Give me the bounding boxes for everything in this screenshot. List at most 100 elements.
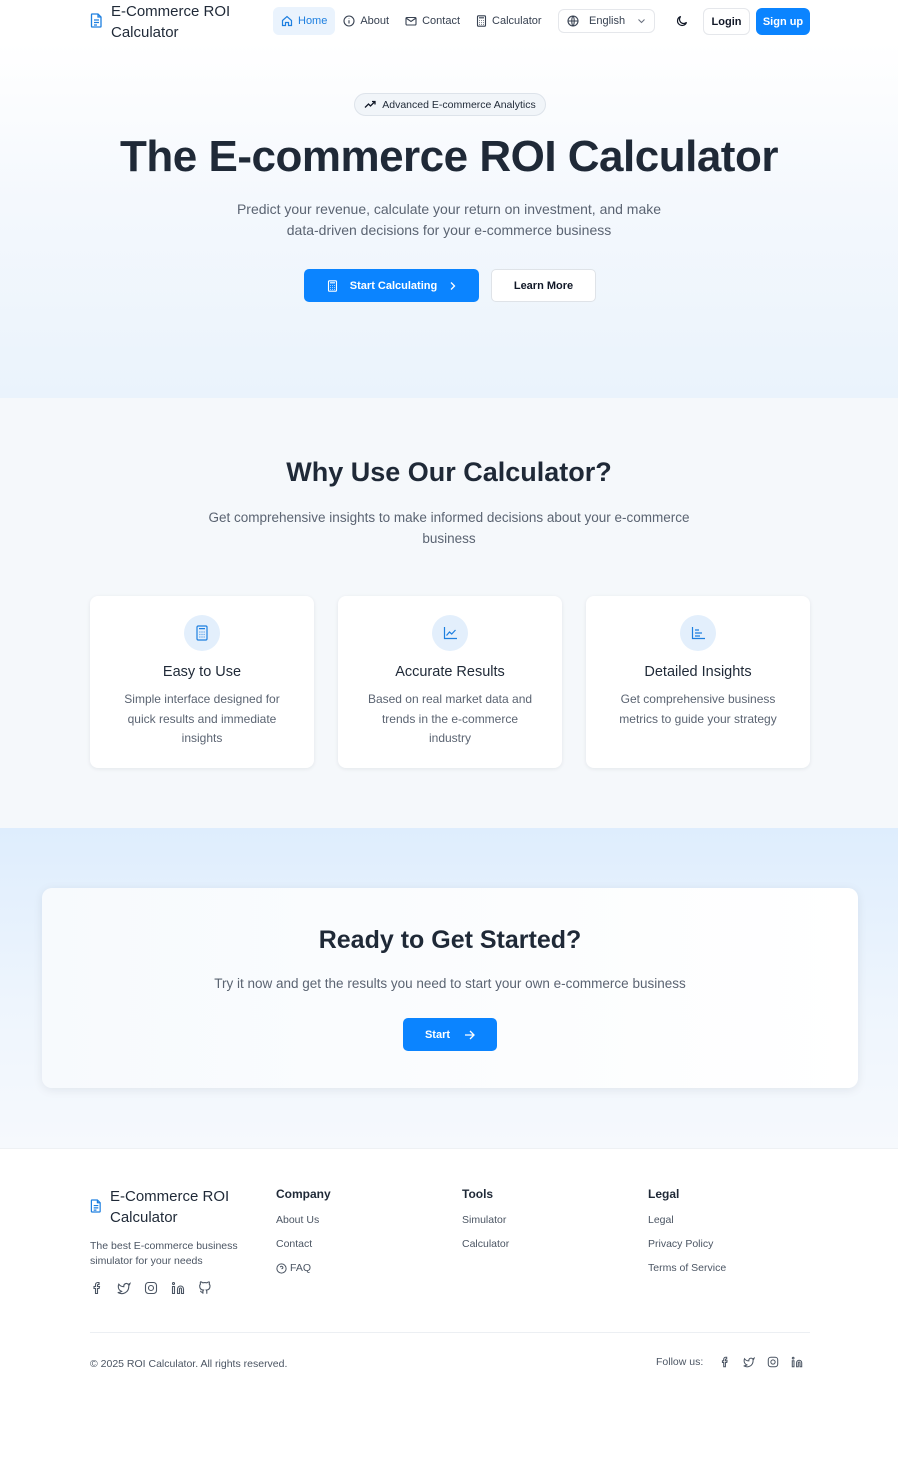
calculator-icon bbox=[476, 15, 487, 27]
line-chart-icon bbox=[432, 615, 468, 651]
footer-column-title: Company bbox=[276, 1187, 331, 1201]
hero-badge-label: Advanced E-commerce Analytics bbox=[382, 98, 536, 111]
hero-title: The E-commerce ROI Calculator bbox=[120, 132, 778, 181]
login-button[interactable]: Login bbox=[703, 8, 750, 35]
linkedin-icon[interactable] bbox=[171, 1281, 185, 1295]
document-icon bbox=[90, 13, 103, 28]
signup-button[interactable]: Sign up bbox=[756, 8, 810, 35]
footer-link-terms-of-service[interactable]: Terms of Service bbox=[648, 1256, 726, 1280]
cta-section: Ready to Get Started? Try it now and get… bbox=[0, 828, 898, 1148]
hero-subtitle: Predict your revenue, calculate your ret… bbox=[236, 201, 662, 238]
twitter-icon[interactable] bbox=[117, 1281, 131, 1295]
features-subtitle: Get comprehensive insights to make infor… bbox=[208, 510, 690, 546]
chevron-right-icon bbox=[449, 281, 456, 291]
language-value: English bbox=[589, 15, 626, 27]
twitter-icon[interactable] bbox=[743, 1356, 756, 1368]
theme-toggle-button[interactable] bbox=[672, 10, 692, 32]
github-icon[interactable] bbox=[198, 1281, 212, 1295]
main-nav: Home About Contact Calculator bbox=[273, 7, 550, 35]
footer-link-label: Simulator bbox=[462, 1214, 507, 1226]
feature-card-accurate: Accurate Results Based on real market da… bbox=[338, 596, 562, 768]
footer-brand-name: E-Commerce ROI Calculator bbox=[110, 1188, 230, 1226]
globe-icon bbox=[567, 15, 579, 27]
footer-column-legal: Legal Legal Privacy Policy Terms of Serv… bbox=[648, 1187, 726, 1288]
cta-card: Ready to Get Started? Try it now and get… bbox=[42, 888, 858, 1088]
instagram-icon[interactable] bbox=[144, 1281, 158, 1295]
calculator-icon bbox=[327, 279, 338, 292]
cta-subtitle: Try it now and get the results you need … bbox=[214, 976, 686, 991]
nav-contact-label: Contact bbox=[422, 15, 461, 27]
cta-title: Ready to Get Started? bbox=[318, 926, 582, 954]
footer-link-faq[interactable]: FAQ bbox=[276, 1256, 331, 1280]
footer-brand[interactable]: E-Commerce ROI Calculator bbox=[90, 1186, 240, 1228]
footer-column-title: Tools bbox=[462, 1187, 494, 1201]
brand-logo[interactable]: E-Commerce ROI Calculator bbox=[90, 1, 241, 43]
footer-link-about-us[interactable]: About Us bbox=[276, 1208, 331, 1232]
nav-home[interactable]: Home bbox=[273, 7, 336, 35]
top-navbar: E-Commerce ROI Calculator Home About Con… bbox=[0, 0, 898, 42]
follow-us-icons bbox=[719, 1356, 803, 1368]
facebook-icon[interactable] bbox=[90, 1281, 104, 1295]
footer-link-privacy-policy[interactable]: Privacy Policy bbox=[648, 1232, 726, 1256]
follow-us-label: Follow us: bbox=[656, 1356, 704, 1368]
footer-divider bbox=[90, 1332, 810, 1333]
moon-icon bbox=[676, 15, 688, 27]
footer-link-contact[interactable]: Contact bbox=[276, 1232, 331, 1256]
nav-about[interactable]: About bbox=[335, 7, 397, 35]
footer: E-Commerce ROI Calculator The best E-com… bbox=[0, 1148, 898, 1458]
feature-card-easy: Easy to Use Simple interface designed fo… bbox=[90, 596, 314, 768]
features-title: Why Use Our Calculator? bbox=[286, 457, 612, 487]
arrow-right-icon bbox=[464, 1030, 475, 1040]
mail-icon bbox=[405, 15, 417, 27]
nav-contact[interactable]: Contact bbox=[397, 7, 468, 35]
info-icon bbox=[343, 15, 355, 27]
footer-column-title: Legal bbox=[648, 1187, 680, 1201]
footer-link-simulator[interactable]: Simulator bbox=[462, 1208, 509, 1232]
footer-link-legal[interactable]: Legal bbox=[648, 1208, 726, 1232]
instagram-icon[interactable] bbox=[767, 1356, 779, 1368]
trending-up-icon bbox=[364, 100, 376, 109]
footer-column-tools: Tools Simulator Calculator bbox=[462, 1187, 509, 1264]
feature-card-description: Based on real market data and trends in … bbox=[367, 692, 533, 745]
copyright: © 2025 ROI Calculator. All rights reserv… bbox=[90, 1358, 288, 1370]
start-button-label: Start bbox=[424, 1028, 451, 1041]
document-icon bbox=[90, 1199, 102, 1213]
footer-social-links bbox=[90, 1281, 212, 1295]
footer-link-label: Terms of Service bbox=[648, 1262, 727, 1274]
hero-badge: Advanced E-commerce Analytics bbox=[354, 93, 546, 116]
facebook-icon[interactable] bbox=[719, 1356, 731, 1368]
hero-section: Advanced E-commerce Analytics The E-comm… bbox=[0, 42, 898, 398]
brand-name: E-Commerce ROI Calculator bbox=[111, 3, 231, 41]
footer-link-label: About Us bbox=[276, 1214, 320, 1226]
home-icon bbox=[281, 15, 293, 27]
start-button[interactable]: Start bbox=[403, 1018, 497, 1051]
footer-link-label: Privacy Policy bbox=[648, 1238, 714, 1250]
start-calculating-button[interactable]: Start Calculating bbox=[304, 269, 479, 302]
chevron-down-icon bbox=[637, 18, 646, 24]
features-section: Why Use Our Calculator? Get comprehensiv… bbox=[0, 398, 898, 828]
footer-link-label: Calculator bbox=[462, 1238, 510, 1250]
start-calculating-label: Start Calculating bbox=[349, 279, 438, 292]
footer-link-label: Contact bbox=[276, 1238, 313, 1250]
language-select[interactable]: English bbox=[558, 9, 655, 33]
learn-more-button[interactable]: Learn More bbox=[491, 269, 596, 302]
feature-card-description: Get comprehensive business metrics to gu… bbox=[619, 692, 777, 726]
linkedin-icon[interactable] bbox=[791, 1356, 803, 1368]
nav-about-label: About bbox=[360, 15, 390, 27]
nav-calculator-label: Calculator bbox=[492, 15, 542, 27]
feature-card-description: Simple interface designed for quick resu… bbox=[124, 692, 280, 745]
follow-us: Follow us: bbox=[656, 1356, 803, 1368]
footer-link-label: FAQ bbox=[290, 1262, 312, 1274]
nav-home-label: Home bbox=[298, 15, 328, 27]
footer-link-label: Legal bbox=[648, 1214, 674, 1226]
help-circle-icon bbox=[276, 1262, 287, 1274]
feature-card-title: Easy to Use bbox=[162, 664, 242, 680]
footer-column-company: Company About Us Contact FAQ bbox=[276, 1187, 331, 1288]
nav-calculator[interactable]: Calculator bbox=[468, 7, 550, 35]
footer-tagline: The best E-commerce business simulator f… bbox=[90, 1240, 238, 1267]
feature-card-title: Accurate Results bbox=[395, 664, 505, 680]
feature-card-insights: Detailed Insights Get comprehensive busi… bbox=[586, 596, 810, 768]
feature-card-title: Detailed Insights bbox=[644, 664, 752, 680]
footer-link-calculator[interactable]: Calculator bbox=[462, 1232, 509, 1256]
calculator-icon bbox=[184, 615, 220, 651]
